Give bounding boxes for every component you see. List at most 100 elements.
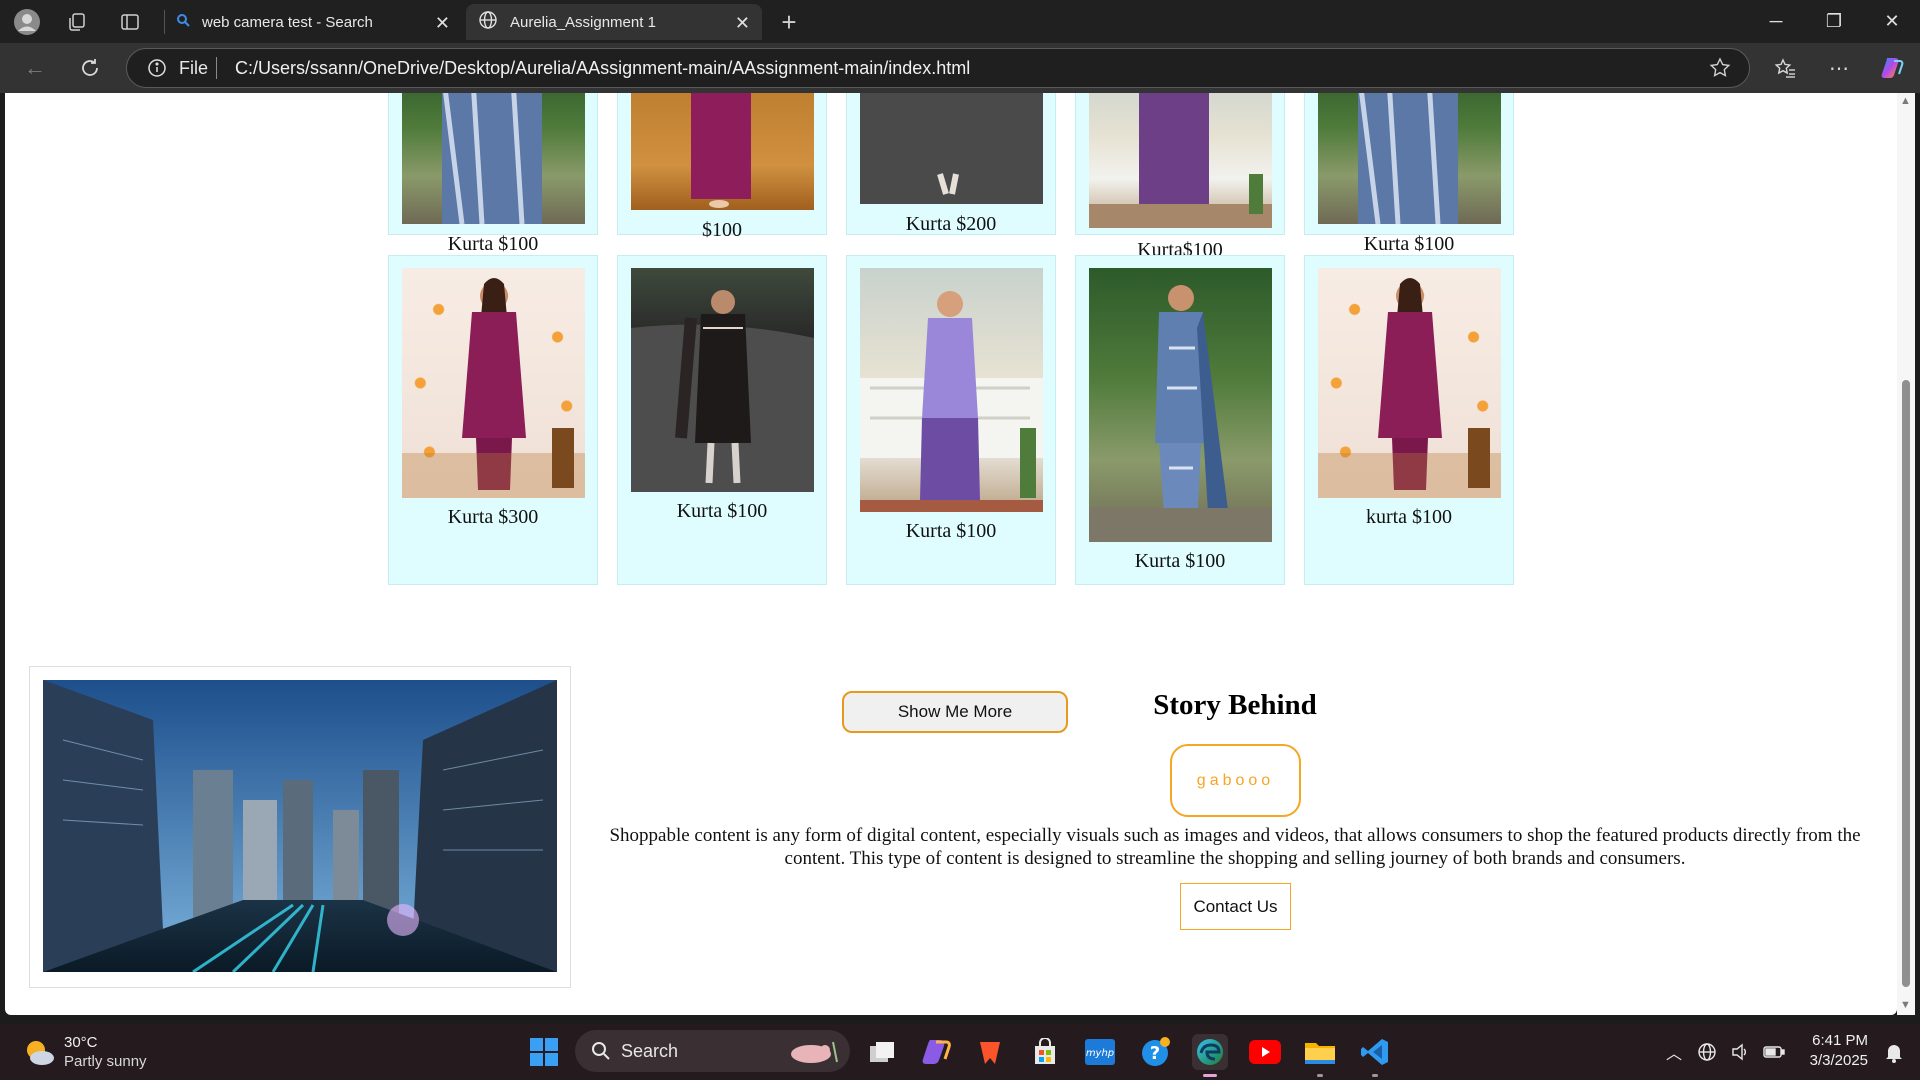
story-title: Story Behind xyxy=(1153,689,1317,721)
product-card[interactable]: Kurta $100 xyxy=(846,255,1056,585)
clock-date[interactable]: 3/3/2025 xyxy=(1800,1052,1868,1069)
volume-icon[interactable] xyxy=(1728,1034,1752,1070)
story-image xyxy=(43,680,557,972)
product-image[interactable] xyxy=(1318,268,1501,498)
search-icon xyxy=(176,13,190,32)
product-card[interactable]: Kurta $100 xyxy=(617,255,827,585)
product-image[interactable] xyxy=(631,93,814,210)
product-card[interactable]: kurta $100 xyxy=(1304,255,1514,585)
scrollbar-thumb[interactable] xyxy=(1902,380,1910,987)
new-tab-icon[interactable]: + xyxy=(773,6,805,38)
product-card[interactable]: Kurta $100 xyxy=(1304,93,1514,255)
svg-text:myhp: myhp xyxy=(1086,1048,1114,1059)
youtube-icon[interactable] xyxy=(1247,1034,1283,1070)
file-explorer-icon[interactable] xyxy=(1302,1034,1338,1070)
product-image[interactable] xyxy=(1089,268,1272,542)
back-arrow-icon[interactable]: ← xyxy=(19,52,51,84)
info-icon[interactable] xyxy=(147,58,167,83)
product-label: Kurta $100 xyxy=(676,500,768,522)
product-image[interactable] xyxy=(1318,93,1501,224)
story-image-frame xyxy=(29,666,571,988)
minimize-icon[interactable]: ─ xyxy=(1747,0,1805,43)
svg-text:?: ? xyxy=(1150,1043,1160,1064)
explorer-running-indicator xyxy=(1317,1074,1323,1077)
tab-actions-icon[interactable] xyxy=(114,6,146,38)
taskbar-search-box[interactable]: Search xyxy=(575,1030,850,1072)
search-highlight-icon xyxy=(785,1038,841,1071)
product-card[interactable]: Kurta $100 xyxy=(388,93,598,255)
windows-taskbar: 30°C Partly sunny Search myhp ? ︿ 6:41 P… xyxy=(0,1024,1920,1080)
product-label: Kurta $100 xyxy=(905,520,997,542)
browser-toolbar: ← File C:/Users/ssann/OneDrive/Desktop/A… xyxy=(0,43,1920,93)
refresh-icon[interactable] xyxy=(74,52,106,84)
product-label: Kurta $100 xyxy=(1134,550,1226,572)
battery-icon[interactable] xyxy=(1761,1034,1787,1070)
product-label: kurta $100 xyxy=(1365,506,1453,528)
close-window-icon[interactable]: ✕ xyxy=(1863,0,1920,43)
partly-sunny-icon xyxy=(22,1036,56,1073)
edge-browser-icon[interactable] xyxy=(1192,1034,1228,1070)
network-globe-icon[interactable] xyxy=(1695,1034,1719,1070)
story-paragraph: Shoppable content is any form of digital… xyxy=(609,825,1861,869)
edge-active-indicator xyxy=(1203,1074,1217,1077)
start-windows-icon[interactable] xyxy=(526,1034,562,1070)
copilot-app-icon[interactable] xyxy=(919,1034,955,1070)
vertical-scrollbar[interactable]: ▲ ▼ xyxy=(1897,93,1915,1015)
weather-temp: 30°C xyxy=(64,1034,98,1051)
chevron-up-icon[interactable]: ︿ xyxy=(1656,1034,1692,1070)
scheme-label: File xyxy=(179,58,209,78)
product-image[interactable] xyxy=(860,93,1043,204)
search-icon xyxy=(591,1041,611,1066)
product-label: Kurta $100 xyxy=(1363,233,1455,255)
tab-label: web camera test - Search xyxy=(202,13,373,31)
product-label: Kurta $100 xyxy=(447,233,539,255)
url-text[interactable]: C:/Users/ssann/OneDrive/Desktop/Aurelia/… xyxy=(235,58,970,79)
myhp-icon[interactable]: myhp xyxy=(1082,1034,1118,1070)
address-bar[interactable]: File C:/Users/ssann/OneDrive/Desktop/Aur… xyxy=(126,48,1750,88)
close-tab-icon[interactable]: ✕ xyxy=(735,13,750,34)
page-viewport: Kurta $100 $100 Kurta $200 Kurta$100 Kur… xyxy=(5,93,1897,1015)
address-separator xyxy=(216,57,217,79)
product-card[interactable]: Kurta $300 xyxy=(388,255,598,585)
profile-avatar-icon[interactable] xyxy=(11,6,43,38)
copilot-icon[interactable] xyxy=(1877,52,1909,84)
scroll-up-icon[interactable]: ▲ xyxy=(1900,95,1911,107)
close-tab-icon[interactable]: ✕ xyxy=(435,13,450,34)
task-view-icon[interactable] xyxy=(864,1034,900,1070)
tab-divider xyxy=(164,10,165,34)
tab-aurelia-assignment[interactable]: Aurelia_Assignment 1 ✕ xyxy=(466,4,762,40)
product-image[interactable] xyxy=(402,93,585,224)
product-image[interactable] xyxy=(402,268,585,498)
weather-widget[interactable]: 30°C Partly sunny xyxy=(22,1032,172,1072)
product-image[interactable] xyxy=(631,268,814,492)
product-card[interactable]: Kurta $100 xyxy=(1075,255,1285,585)
help-icon[interactable]: ? xyxy=(1138,1034,1174,1070)
gabooo-badge[interactable]: gabooo xyxy=(1170,744,1301,817)
product-label: Kurta $300 xyxy=(447,506,539,528)
weather-condition: Partly sunny xyxy=(64,1053,147,1070)
notification-bell-icon[interactable] xyxy=(1880,1034,1908,1070)
browser-title-bar: web camera test - Search ✕ Aurelia_Assig… xyxy=(0,0,1920,43)
contact-us-button[interactable]: Contact Us xyxy=(1180,883,1291,930)
product-image[interactable] xyxy=(1089,93,1272,228)
product-card[interactable]: Kurta$100 xyxy=(1075,93,1285,261)
scroll-down-icon[interactable]: ▼ xyxy=(1900,999,1911,1011)
restore-icon[interactable]: ❐ xyxy=(1805,0,1863,43)
tab-label: Aurelia_Assignment 1 xyxy=(510,13,656,31)
favorites-icon[interactable] xyxy=(1769,52,1801,84)
clock-time[interactable]: 6:41 PM xyxy=(1810,1032,1868,1049)
product-label: Kurta $200 xyxy=(905,213,997,235)
vscode-icon[interactable] xyxy=(1357,1034,1393,1070)
product-card[interactable]: Kurta $200 xyxy=(846,93,1056,235)
globe-icon xyxy=(478,10,498,35)
product-image[interactable] xyxy=(860,268,1043,512)
workspaces-icon[interactable] xyxy=(61,6,93,38)
product-card[interactable]: $100 xyxy=(617,93,827,241)
favorite-star-icon[interactable] xyxy=(1709,57,1731,84)
brave-icon[interactable] xyxy=(972,1034,1008,1070)
more-options-icon[interactable]: ⋯ xyxy=(1823,52,1855,84)
vscode-running-indicator xyxy=(1372,1074,1378,1077)
taskbar-search-label: Search xyxy=(621,1041,679,1061)
microsoft-store-icon[interactable] xyxy=(1027,1034,1063,1070)
tab-web-camera-search[interactable]: web camera test - Search ✕ xyxy=(168,4,462,40)
